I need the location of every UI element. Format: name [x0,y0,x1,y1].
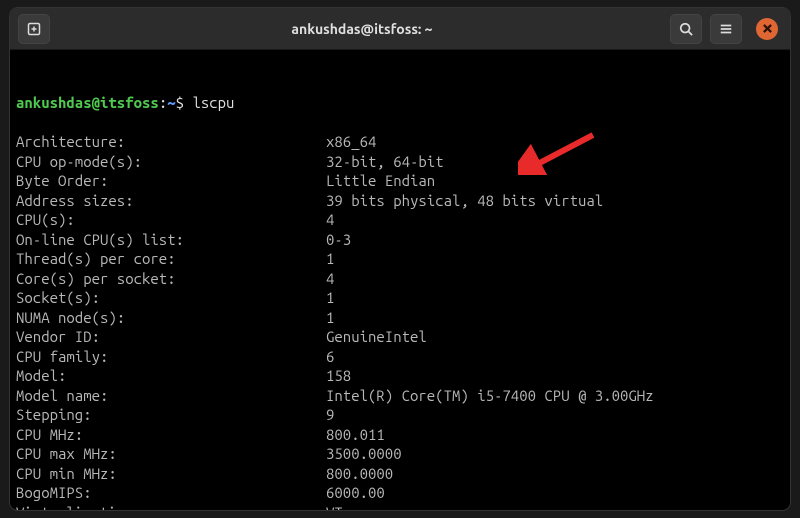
output-row: Vendor ID:GenuineIntel [16,327,786,347]
output-row: CPU(s):4 [16,210,786,230]
output-key: BogoMIPS: [16,483,326,503]
output-key: Virtualization: [16,503,326,511]
output-key: Stepping: [16,405,326,425]
prompt-user-host: ankushdas@itsfoss [16,94,159,111]
output-value: GenuineIntel [326,328,427,345]
menu-button[interactable] [710,14,742,44]
search-icon [679,22,693,36]
output-value: 4 [326,270,334,287]
terminal-window: ankushdas@itsfoss: ~ ankushdas@itsfoss:~… [10,8,790,510]
output-value: 1 [326,250,334,267]
output-key: On-line CPU(s) list: [16,230,326,250]
titlebar: ankushdas@itsfoss: ~ [10,8,790,50]
output-key: CPU family: [16,347,326,367]
output-row: CPU op-mode(s):32-bit, 64-bit [16,152,786,172]
output-key: Vendor ID: [16,327,326,347]
output-value: 4 [326,211,334,228]
output-row: Thread(s) per core:1 [16,249,786,269]
output-key: Socket(s): [16,288,326,308]
output-value: 0-3 [326,231,351,248]
output-row: Byte Order:Little Endian [16,171,786,191]
prompt-dollar: $ [176,94,193,111]
output-row: Socket(s):1 [16,288,786,308]
new-tab-button[interactable] [18,14,50,44]
output-value: 158 [326,367,351,384]
output-key: CPU MHz: [16,425,326,445]
output-value: 6000.00 [326,484,385,501]
output-row: Model name:Intel(R) Core(TM) i5-7400 CPU… [16,386,786,406]
output-value: 6 [326,348,334,365]
output-value: 1 [326,289,334,306]
output-value: Intel(R) Core(TM) i5-7400 CPU @ 3.00GHz [326,387,654,404]
output-value: 3500.0000 [326,445,402,462]
output-key: CPU op-mode(s): [16,152,326,172]
prompt-line: ankushdas@itsfoss:~$ lscpu [16,93,786,113]
output-key: Architecture: [16,132,326,152]
output-value: x86_64 [326,133,376,150]
terminal-body[interactable]: ankushdas@itsfoss:~$ lscpu Architecture:… [10,50,790,510]
output-row: Model:158 [16,366,786,386]
output-row: Address sizes:39 bits physical, 48 bits … [16,191,786,211]
new-tab-icon [26,21,42,37]
output-key: Thread(s) per core: [16,249,326,269]
titlebar-right [670,14,782,44]
output-key: Byte Order: [16,171,326,191]
output-value: 1 [326,309,334,326]
output-value: 9 [326,406,334,423]
output-value: 800.0000 [326,465,393,482]
output-value: 32-bit, 64-bit [326,153,444,170]
output-key: CPU max MHz: [16,444,326,464]
output-row: NUMA node(s):1 [16,308,786,328]
output-value: VT-x [326,504,360,511]
output-row: CPU family:6 [16,347,786,367]
output-value: 800.011 [326,426,385,443]
output-row: CPU MHz:800.011 [16,425,786,445]
prompt-command: lscpu [192,94,234,111]
output-key: Model: [16,366,326,386]
output-row: Virtualization:VT-x [16,503,786,511]
prompt-separator: : [159,94,167,111]
output-row: CPU min MHz:800.0000 [16,464,786,484]
close-button[interactable] [756,18,778,40]
output-row: Architecture:x86_64 [16,132,786,152]
hamburger-icon [719,22,733,36]
output-key: Core(s) per socket: [16,269,326,289]
search-button[interactable] [670,14,702,44]
output-key: CPU min MHz: [16,464,326,484]
output-key: Model name: [16,386,326,406]
close-icon [763,24,772,33]
prompt-path: ~ [167,94,175,111]
output-row: CPU max MHz:3500.0000 [16,444,786,464]
output-value: Little Endian [326,172,435,189]
output-row: Core(s) per socket:4 [16,269,786,289]
output-row: On-line CPU(s) list:0-3 [16,230,786,250]
output-key: Address sizes: [16,191,326,211]
output-value: 39 bits physical, 48 bits virtual [326,192,603,209]
output-row: BogoMIPS:6000.00 [16,483,786,503]
window-title: ankushdas@itsfoss: ~ [54,21,670,37]
output-row: Stepping:9 [16,405,786,425]
output-key: CPU(s): [16,210,326,230]
output-key: NUMA node(s): [16,308,326,328]
